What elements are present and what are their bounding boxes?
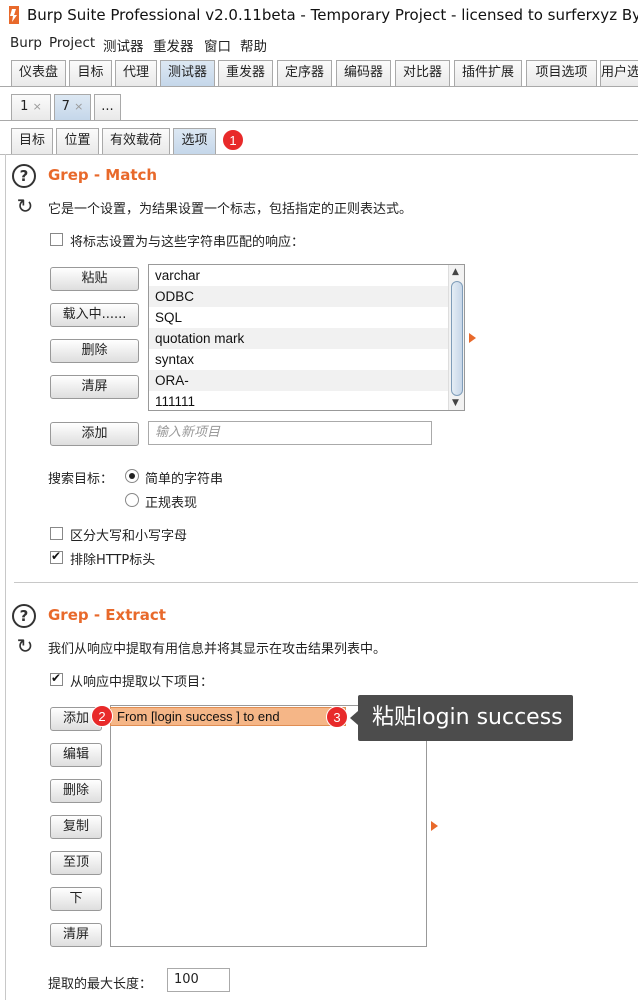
flag-match-label: 将标志设置为与这些字符串匹配的响应： — [70, 235, 305, 250]
help-icon[interactable]: ? — [12, 164, 36, 188]
exclude-http-checkbox[interactable] — [50, 549, 63, 564]
new-item-placeholder: 输入新项目 — [155, 425, 221, 440]
new-item-input[interactable]: 输入新项目 — [148, 421, 432, 445]
subtab-options[interactable]: 选项 — [173, 128, 216, 154]
tab-target[interactable]: 目标 — [69, 60, 112, 86]
tab-dashboard[interactable]: 仪表盘 — [11, 60, 66, 86]
add-button[interactable]: 添加 — [50, 422, 139, 446]
menu-burp[interactable]: Burp — [10, 35, 42, 51]
subtab-target[interactable]: 目标 — [11, 128, 53, 154]
extract-clear-button[interactable]: 清屏 — [50, 923, 102, 947]
extract-copy-button[interactable]: 复制 — [50, 815, 102, 839]
subtab-payloads[interactable]: 有效载荷 — [102, 128, 170, 154]
scroll-down-icon[interactable]: ▼ — [452, 398, 459, 408]
extract-item-row[interactable]: From [login success ] to end — [110, 707, 346, 726]
refresh-icon[interactable]: ↻ — [14, 635, 36, 657]
grep-match-description: 它是一个设置，为结果设置一个标志，包括指定的正则表达式。 — [48, 202, 413, 217]
tab-proxy[interactable]: 代理 — [115, 60, 157, 86]
attack-tab-7[interactable]: 7 × — [54, 94, 91, 120]
list-item[interactable]: quotation mark — [149, 328, 464, 349]
list-item[interactable]: varchar — [149, 265, 464, 286]
max-length-label: 提取的最大长度： — [48, 977, 153, 992]
help-icon[interactable]: ? — [12, 604, 36, 628]
attack-tab-1[interactable]: 1 × — [11, 94, 51, 120]
burp-logo-icon — [9, 6, 19, 24]
list-item[interactable]: SQL — [149, 307, 464, 328]
tab-sequencer[interactable]: 定序器 — [277, 60, 332, 86]
list-scrollbar[interactable]: ▲ ▼ — [448, 265, 464, 410]
extract-label: 从响应中提取以下项目： — [70, 675, 214, 690]
refresh-icon[interactable]: ↻ — [14, 195, 36, 217]
clear-button[interactable]: 清屏 — [50, 375, 139, 399]
list-item[interactable]: syntax — [149, 349, 464, 370]
expand-arrow-icon[interactable] — [431, 821, 438, 831]
flag-match-checkbox[interactable] — [50, 233, 63, 246]
scrollbar-thumb[interactable] — [451, 281, 463, 396]
attack-tab-7-label: 7 — [61, 99, 70, 114]
menu-help[interactable]: 帮助 — [240, 35, 267, 55]
annotation-tooltip: 粘贴login success — [358, 695, 573, 741]
radio-regex[interactable] — [125, 493, 139, 507]
tab-decoder[interactable]: 编码器 — [336, 60, 391, 86]
grep-extract-description: 我们从响应中提取有用信息并将其显示在攻击结果列表中。 — [48, 642, 387, 657]
radio-simple-string-label: 简单的字符串 — [145, 472, 224, 487]
intruder-sub-tab-bar: 目标 位置 有效载荷 选项 — [0, 128, 638, 155]
extract-checkbox[interactable] — [50, 671, 63, 686]
tab-extender[interactable]: 插件扩展 — [454, 60, 522, 86]
extract-remove-button[interactable]: 删除 — [50, 779, 102, 803]
new-attack-tab[interactable]: ... — [94, 94, 121, 120]
paste-button[interactable]: 粘贴 — [50, 267, 139, 291]
match-string-list[interactable]: varchar ODBC SQL quotation mark syntax O… — [148, 264, 465, 411]
max-length-input[interactable]: 100 — [167, 968, 230, 992]
attack-tab-bar: 1 × 7 × ... — [0, 94, 638, 122]
extract-items-list[interactable] — [110, 705, 427, 947]
tab-intruder[interactable]: 测试器 — [160, 60, 215, 86]
search-target-label: 搜索目标： — [48, 472, 114, 487]
list-item[interactable]: ORA- — [149, 370, 464, 391]
window-title: Burp Suite Professional v2.0.11beta - Te… — [27, 6, 638, 24]
panel-border — [5, 154, 6, 1000]
case-sensitive-checkbox[interactable] — [50, 527, 63, 540]
extract-edit-button[interactable]: 编辑 — [50, 743, 102, 767]
grep-extract-title: Grep - Extract — [48, 606, 166, 624]
close-icon[interactable]: × — [74, 100, 83, 113]
menu-repeater[interactable]: 重发器 — [153, 35, 194, 55]
tooltip-pointer — [350, 711, 358, 725]
radio-regex-label: 正规表现 — [145, 496, 198, 511]
title-bar: Burp Suite Professional v2.0.11beta - Te… — [0, 0, 638, 30]
expand-arrow-icon[interactable] — [469, 333, 476, 343]
scroll-up-icon[interactable]: ▲ — [452, 267, 459, 277]
menu-window[interactable]: 窗口 — [204, 35, 231, 55]
attack-tab-1-label: 1 — [20, 99, 29, 114]
list-item[interactable]: 111111 — [149, 391, 464, 410]
step-badge-2: 2 — [91, 705, 113, 727]
tab-user-options[interactable]: 用户选 — [600, 60, 638, 86]
grep-match-title: Grep - Match — [48, 166, 158, 184]
section-divider — [14, 582, 638, 583]
tab-repeater[interactable]: 重发器 — [218, 60, 273, 86]
main-tab-bar: 仪表盘 目标 代理 测试器 重发器 定序器 编码器 对比器 插件扩展 项目选项 … — [0, 60, 638, 88]
load-button[interactable]: 载入中...... — [50, 303, 139, 327]
tab-comparer[interactable]: 对比器 — [395, 60, 450, 86]
tab-project-options[interactable]: 项目选项 — [526, 60, 597, 86]
menu-bar: Burp Project 测试器 重发器 窗口 帮助 — [0, 30, 638, 56]
menu-intruder[interactable]: 测试器 — [103, 35, 144, 55]
radio-simple-string[interactable] — [125, 469, 139, 483]
extract-down-button[interactable]: 下 — [50, 887, 102, 911]
remove-button[interactable]: 删除 — [50, 339, 139, 363]
step-badge-3: 3 — [326, 706, 348, 728]
close-icon[interactable]: × — [33, 100, 42, 113]
menu-project[interactable]: Project — [49, 35, 95, 51]
extract-top-button[interactable]: 至顶 — [50, 851, 102, 875]
list-item[interactable]: ODBC — [149, 286, 464, 307]
case-sensitive-label: 区分大写和小写字母 — [70, 529, 188, 544]
exclude-http-label: 排除HTTP标头 — [70, 553, 156, 568]
subtab-positions[interactable]: 位置 — [56, 128, 99, 154]
step-badge-1: 1 — [222, 129, 244, 151]
